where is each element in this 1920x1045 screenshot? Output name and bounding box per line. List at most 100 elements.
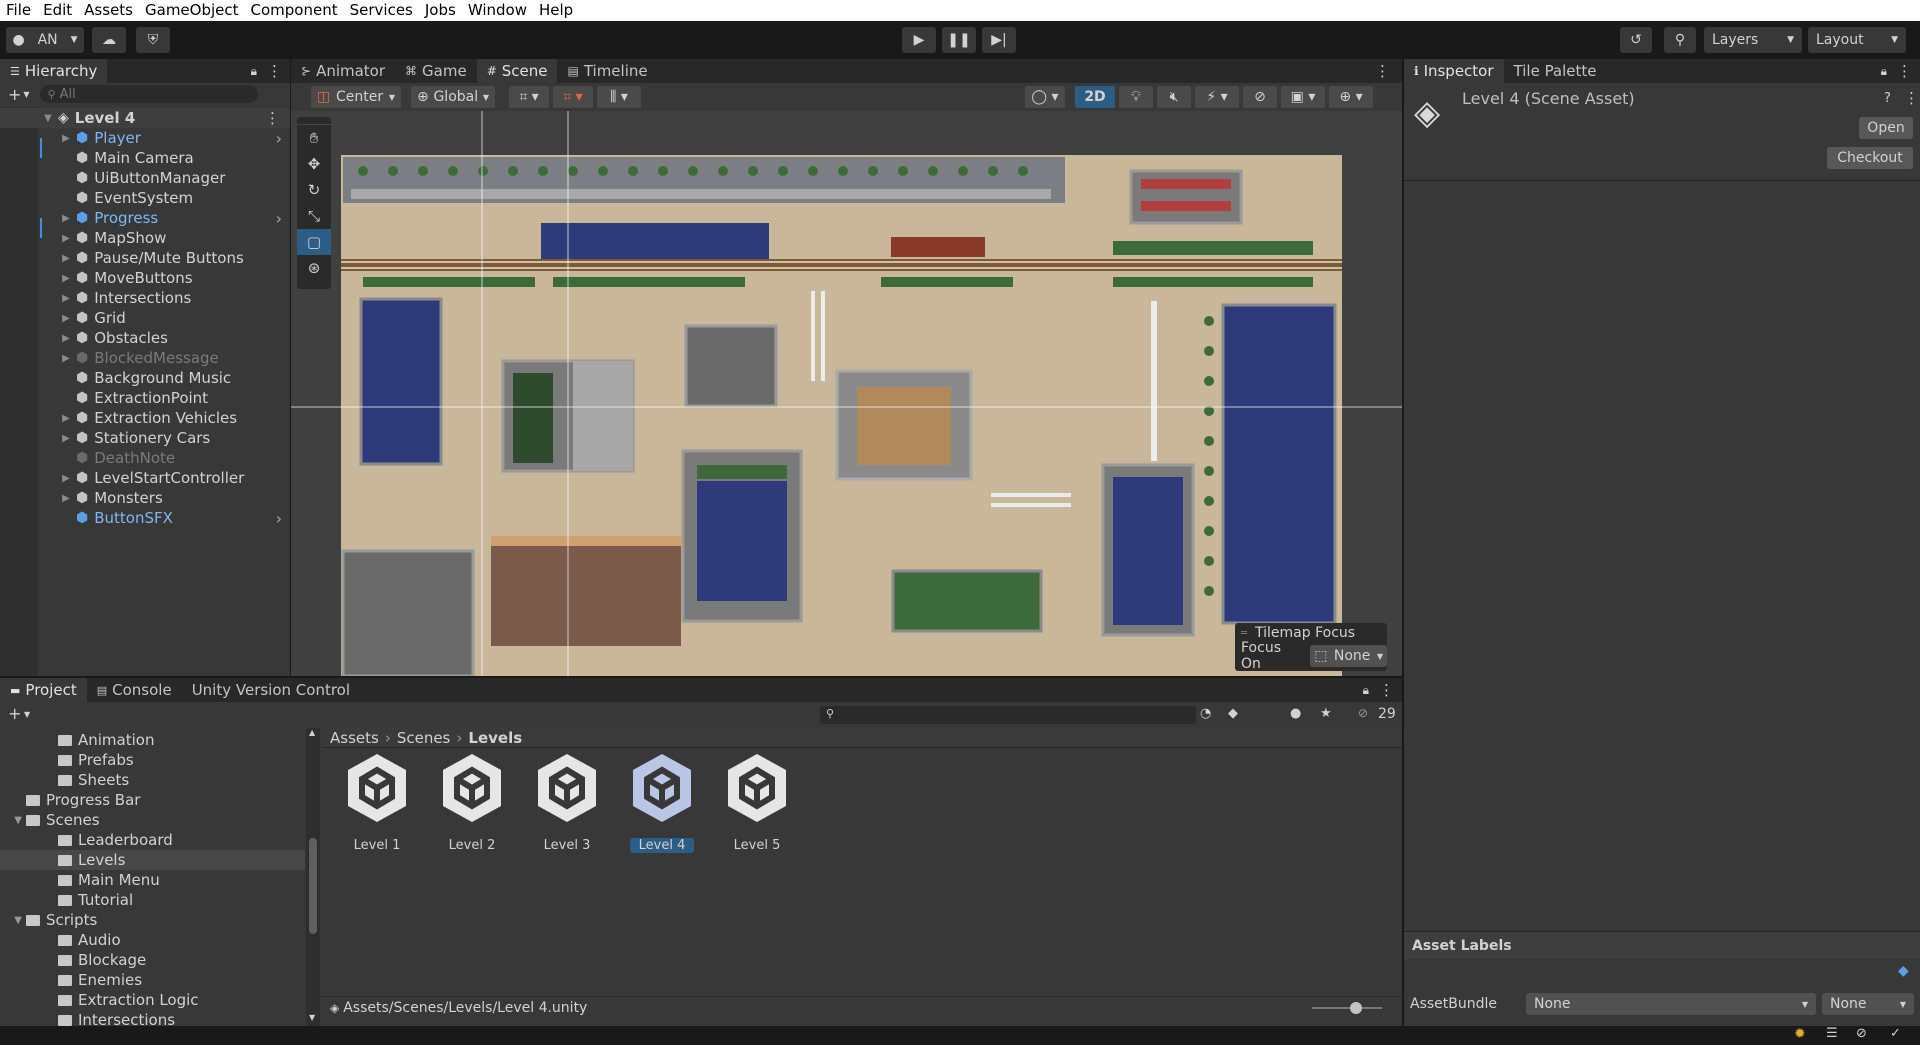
focus-on-dropdown[interactable]: ⬚ None ▼ — [1310, 645, 1387, 667]
hierarchy-item[interactable]: ▶ ⬢ Extraction Vehicles — [0, 408, 290, 428]
hierarchy-item[interactable]: ▶ ⬢ LevelStartController — [0, 468, 290, 488]
more-icon[interactable]: ⋮ — [265, 109, 280, 127]
audio-toggle[interactable]: 🔇︎ — [1157, 86, 1191, 108]
open-button[interactable]: Open — [1859, 117, 1913, 139]
menu-edit[interactable]: Edit — [37, 0, 78, 21]
play-button[interactable]: ▶ — [902, 27, 936, 53]
hierarchy-item[interactable]: ▶ ⬢ Grid — [0, 308, 290, 328]
open-prefab-icon[interactable]: › — [276, 509, 282, 528]
project-tree-item[interactable]: Sheets — [0, 770, 305, 790]
breadcrumb-assets[interactable]: Assets — [330, 729, 379, 747]
hierarchy-item[interactable]: ▶ ⬢ MoveButtons — [0, 268, 290, 288]
move-tool[interactable]: ✥ — [297, 151, 331, 177]
chevron-down-icon[interactable]: ▼ — [24, 710, 30, 719]
lock-icon[interactable]: 🔒︎ — [251, 64, 257, 79]
add-icon[interactable]: + — [8, 85, 21, 104]
chevron-right-icon[interactable]: ▶ — [60, 273, 72, 284]
menu-assets[interactable]: Assets — [78, 0, 139, 21]
variant-dropdown[interactable]: None ▼ — [1822, 993, 1914, 1015]
account-button[interactable]: ● AN ▼ — [6, 27, 84, 53]
check-icon[interactable]: ✓ — [1890, 1026, 1901, 1041]
sun-icon[interactable]: ✹ — [1794, 1026, 1806, 1042]
alert-icon[interactable]: ● — [1290, 706, 1301, 721]
camera-button[interactable]: ▣ ▾ — [1281, 86, 1325, 108]
hidden-objects-toggle[interactable]: ⊘ — [1243, 86, 1277, 108]
hierarchy-item[interactable]: ▶ ⬢ BlockedMessage — [0, 348, 290, 368]
lock-icon[interactable]: 🔒︎ — [1363, 683, 1369, 698]
menu-window[interactable]: Window — [462, 0, 533, 21]
project-tree-item[interactable]: Animation — [0, 730, 305, 750]
rotate-tool[interactable]: ↻ — [297, 177, 331, 203]
hierarchy-item[interactable]: ⬢ EventSystem — [0, 188, 290, 208]
eye-slash-icon[interactable]: ⊘ — [1358, 706, 1368, 720]
tab-hierarchy[interactable]: ☰ Hierarchy — [0, 59, 108, 83]
search-button[interactable]: ⚲ — [1664, 27, 1696, 53]
project-tree-item[interactable]: ▼ Scenes — [0, 810, 305, 830]
tree-scrollbar-track[interactable]: ▲ ▼ — [306, 728, 320, 1026]
chevron-right-icon[interactable]: ▶ — [60, 413, 72, 424]
project-tree-item[interactable]: Levels — [0, 850, 305, 870]
filter-by-label-icon[interactable]: ◆ — [1228, 706, 1238, 721]
tab-timeline[interactable]: ▤ Timeline — [557, 59, 657, 83]
open-prefab-icon[interactable]: › — [276, 209, 282, 228]
lighting-toggle[interactable]: 💡︎ — [1119, 86, 1153, 108]
hierarchy-item[interactable]: ▶ ⬢ Player › — [0, 128, 290, 158]
chevron-right-icon[interactable]: ▶ — [60, 353, 72, 364]
chevron-down-icon[interactable]: ▼ — [0, 915, 26, 926]
chevron-down-icon[interactable]: ▼ — [42, 113, 54, 124]
history-button[interactable]: ↺ — [1620, 27, 1652, 53]
menu-jobs[interactable]: Jobs — [419, 0, 462, 21]
asset-tile[interactable]: Level 1 — [332, 750, 422, 860]
draw-mode-button[interactable]: ◯ ▾ — [1025, 86, 1065, 108]
chevron-right-icon[interactable]: ▶ — [60, 133, 72, 144]
asset-tile[interactable]: Level 4 — [617, 750, 707, 860]
align-button[interactable]: ⫼ ▾ — [597, 86, 641, 108]
more-icon[interactable]: ⋮ — [1904, 89, 1919, 107]
more-icon[interactable]: ⋮ — [1379, 681, 1394, 699]
open-prefab-icon[interactable]: › — [276, 129, 282, 148]
breadcrumb-levels[interactable]: Levels — [468, 729, 522, 747]
step-button[interactable]: ▶| — [982, 27, 1016, 53]
tab-project[interactable]: ▬ Project — [0, 678, 87, 702]
hierarchy-item[interactable]: ⬢ DeathNote — [0, 448, 290, 468]
project-tree-item[interactable]: ▼ Scripts — [0, 910, 305, 930]
effects-toggle[interactable]: ⚡ ▾ — [1195, 86, 1239, 108]
project-tree-item[interactable]: Intersections — [0, 1010, 305, 1026]
icon-size-slider[interactable] — [1312, 1002, 1382, 1014]
project-tree-item[interactable]: Extraction Logic — [0, 990, 305, 1010]
hierarchy-item[interactable]: ▶ ⬢ MapShow — [0, 228, 290, 248]
hierarchy-item[interactable]: ▶ ⬢ Pause/Mute Buttons — [0, 248, 290, 268]
lock-icon[interactable]: 🔒︎ — [1881, 64, 1887, 79]
tab-scene[interactable]: # Scene — [476, 59, 558, 83]
chevron-down-icon[interactable]: ▼ — [0, 815, 26, 826]
pivot-dropdown[interactable]: ◫ Center ▼ — [311, 86, 401, 108]
project-tree-item[interactable]: Tutorial — [0, 890, 305, 910]
layout-dropdown[interactable]: Layout ▼ — [1808, 27, 1906, 53]
project-tree-item[interactable]: Enemies — [0, 970, 305, 990]
scene-root-row[interactable]: ▼ ◈ Level 4 ⋮ — [0, 108, 290, 128]
menu-file[interactable]: File — [0, 0, 37, 21]
chevron-right-icon[interactable]: ▶ — [60, 473, 72, 484]
rect-tool[interactable]: ▢ — [297, 229, 331, 255]
hierarchy-item[interactable]: ▶ ⬢ Stationery Cars — [0, 428, 290, 448]
menu-help[interactable]: Help — [533, 0, 579, 21]
hierarchy-item[interactable]: ⬢ ButtonSFX › — [0, 508, 290, 528]
project-tree-item[interactable]: Prefabs — [0, 750, 305, 770]
project-search-input[interactable]: ⚲ — [820, 706, 1196, 724]
hierarchy-item[interactable]: ⬢ Main Camera — [0, 148, 290, 168]
hierarchy-item[interactable]: ▶ ⬢ Monsters — [0, 488, 290, 508]
project-tree-item[interactable]: Blockage — [0, 950, 305, 970]
more-icon[interactable]: ⋮ — [1897, 62, 1912, 80]
increment-snap-button[interactable]: ⌗ ▾ — [553, 86, 593, 108]
tab-animator[interactable]: ⊱ Animator — [291, 59, 395, 83]
chevron-right-icon[interactable]: ▶ — [60, 213, 72, 224]
pause-button[interactable]: ❚❚ — [942, 27, 976, 53]
more-icon[interactable]: ⋮ — [267, 62, 282, 80]
collab-button[interactable]: ⛨ — [136, 27, 170, 53]
tag-icon[interactable]: ◆ — [1898, 963, 1909, 979]
chevron-right-icon[interactable]: ▶ — [60, 293, 72, 304]
network-icon[interactable]: ⊘ — [1856, 1026, 1867, 1041]
assetbundle-dropdown[interactable]: None ▼ — [1526, 993, 1816, 1015]
grid-snap-button[interactable]: ⌗ ▾ — [509, 86, 549, 108]
chevron-right-icon[interactable]: ▶ — [60, 433, 72, 444]
